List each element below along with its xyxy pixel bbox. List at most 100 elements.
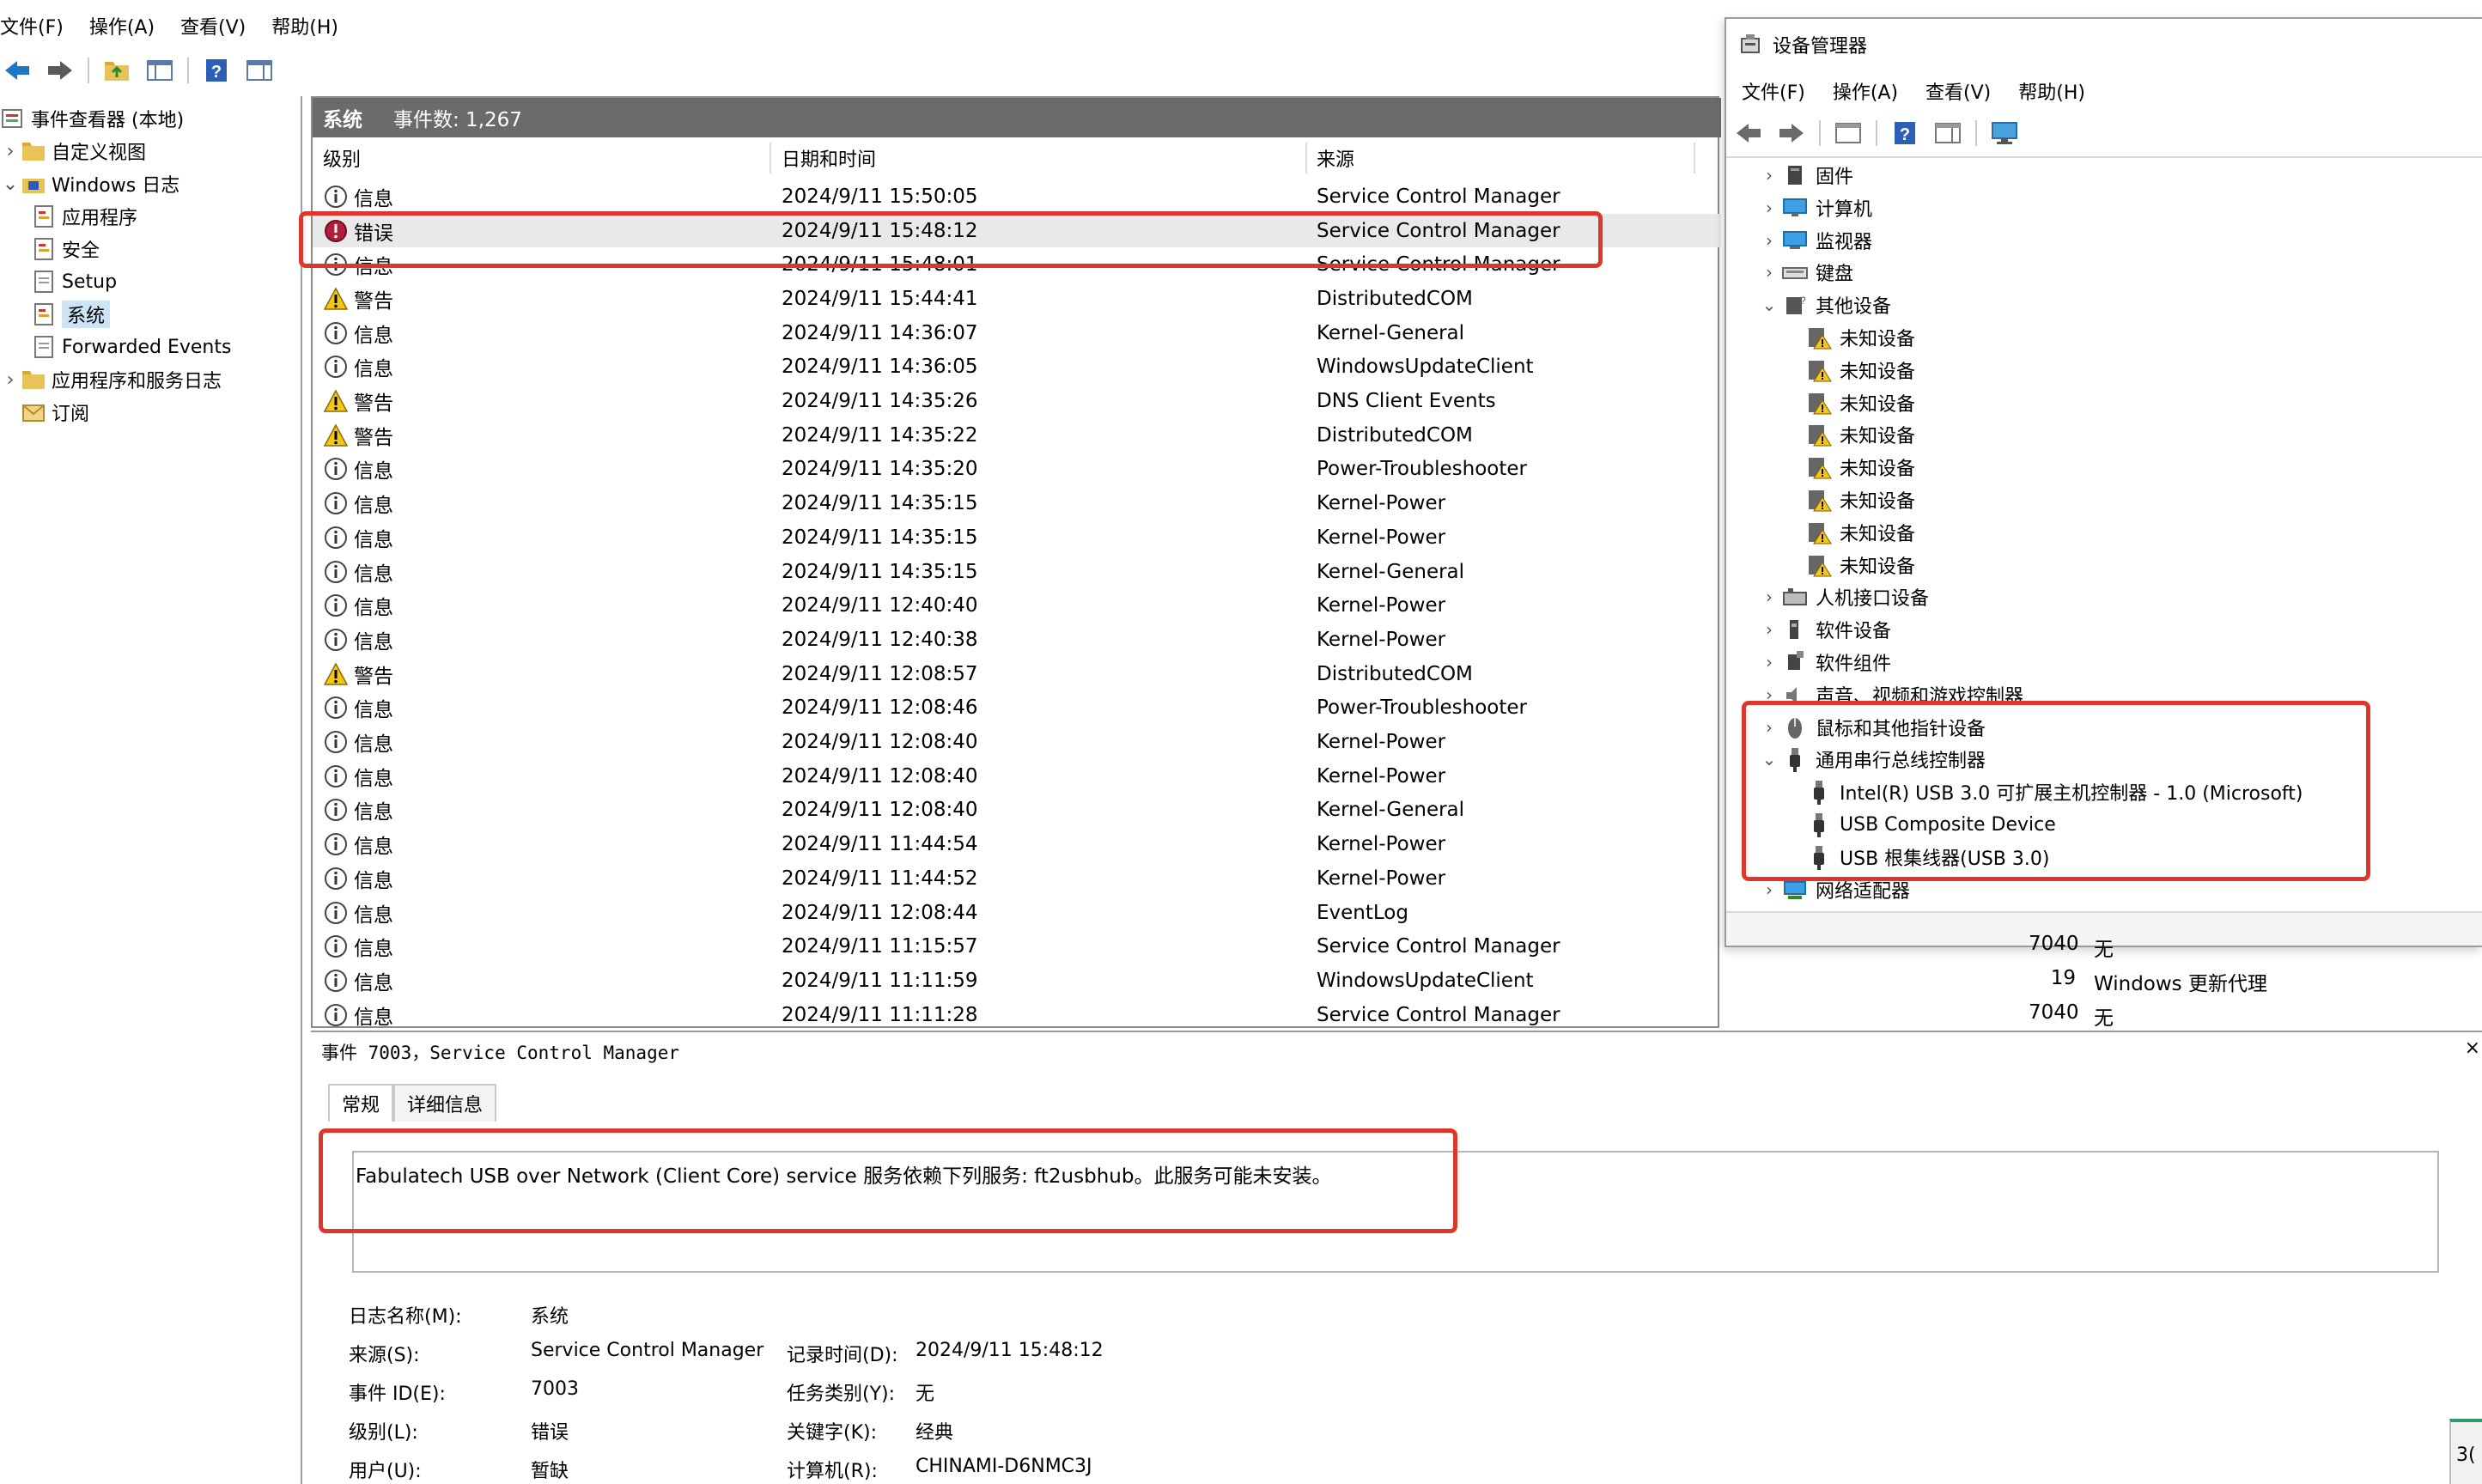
chevron-right-icon[interactable]: › (1757, 619, 1781, 640)
close-icon[interactable]: × (2465, 1037, 2480, 1059)
event-row[interactable]: 信息 2024/9/11 12:08:40 Kernel-Power (313, 725, 1721, 759)
device-category[interactable]: ⌄? 其他设备 (1757, 289, 1891, 320)
forward-button[interactable] (45, 56, 76, 85)
chevron-right-icon[interactable]: › (1757, 587, 1781, 607)
tree-item-app-service-logs[interactable]: › 应用程序和服务日志 (0, 364, 222, 395)
event-row[interactable]: 信息 2024/9/11 14:36:07 Kernel-General (313, 316, 1721, 350)
dm-back-button[interactable] (1733, 119, 1764, 148)
event-row[interactable]: 信息 2024/9/11 12:40:38 Kernel-Power (313, 623, 1721, 657)
chevron-right-icon[interactable]: › (1757, 165, 1781, 186)
event-row[interactable]: 信息 2024/9/11 14:35:20 Power-Troubleshooter (313, 453, 1721, 487)
device-item[interactable]: 未知设备 (1805, 387, 1915, 418)
event-row[interactable]: 信息 2024/9/11 12:08:40 Kernel-Power (313, 759, 1721, 794)
event-row[interactable]: 信息 2024/9/11 11:15:57 Service Control Mana… (313, 929, 1721, 964)
column-divider[interactable] (770, 143, 771, 173)
dm-forward-button[interactable] (1776, 119, 1807, 148)
device-category[interactable]: › 软件组件 (1757, 647, 1891, 678)
up-folder-button[interactable] (101, 56, 132, 85)
tree-item-setup[interactable]: Setup (31, 266, 117, 297)
column-header-source[interactable]: 来源 (1317, 141, 1354, 175)
tree-item-windows-logs[interactable]: ⌄ Windows 日志 (0, 168, 179, 199)
event-row[interactable]: 信息 2024/9/11 11:11:59 WindowsUpdateClient (313, 964, 1721, 998)
dm-properties-button[interactable] (1932, 119, 1963, 148)
help-button[interactable]: ? (201, 56, 232, 85)
subscriptions-icon (22, 404, 45, 422)
device-category[interactable]: › 软件设备 (1757, 614, 1891, 645)
event-row[interactable]: 信息 2024/9/11 11:44:54 Kernel-Power (313, 827, 1721, 861)
source-cell: Kernel-General (1317, 560, 1465, 583)
event-row[interactable]: 信息 2024/9/11 14:35:15 Kernel-General (313, 555, 1721, 589)
event-row[interactable]: 信息 2024/9/11 15:50:05 Service Control Mana… (313, 179, 1721, 214)
menu-view[interactable]: 查看(V) (180, 12, 258, 40)
column-header-level[interactable]: 级别 (323, 141, 361, 175)
chevron-right-icon[interactable]: › (0, 141, 21, 162)
info-icon (323, 525, 354, 550)
menu-file[interactable]: 文件(F) (0, 12, 76, 40)
event-row[interactable]: 信息 2024/9/11 11:11:28 Service Control Mana… (313, 998, 1721, 1032)
tree-item-subscriptions[interactable]: 订阅 (21, 397, 89, 428)
device-category[interactable]: › 人机接口设备 (1757, 581, 1929, 612)
event-row[interactable]: 信息 2024/9/11 12:08:46 Power-Troubleshooter (313, 691, 1721, 726)
event-row[interactable]: 警告 2024/9/11 12:08:57 DistributedCOM (313, 657, 1721, 691)
dm-scan-hardware-button[interactable] (1989, 119, 2020, 148)
chevron-down-icon[interactable]: ⌄ (0, 173, 21, 195)
menu-action[interactable]: 操作(A) (89, 12, 167, 40)
tree-item-application[interactable]: 应用程序 (31, 201, 137, 232)
chevron-down-icon[interactable]: ⌄ (1757, 295, 1781, 315)
chevron-right-icon[interactable]: › (0, 369, 21, 391)
menu-help[interactable]: 帮助(H) (271, 12, 350, 40)
device-item[interactable]: 未知设备 (1805, 484, 1915, 515)
dm-menu-help[interactable]: 帮助(H) (2018, 77, 2085, 105)
tree-item-system[interactable]: 系统 (31, 299, 111, 330)
device-category[interactable]: › 计算机 (1757, 192, 1872, 223)
event-count: 事件数: 1,267 (393, 109, 522, 131)
dm-menu-action[interactable]: 操作(A) (1833, 77, 1898, 105)
event-row[interactable]: 警告 2024/9/11 14:35:22 DistributedCOM (313, 418, 1721, 453)
chevron-right-icon[interactable]: › (1757, 879, 1781, 900)
dm-menu-view[interactable]: 查看(V) (1925, 77, 1991, 105)
dm-console-tree-button[interactable] (1833, 119, 1864, 148)
chevron-right-icon[interactable]: › (1757, 652, 1781, 672)
back-button[interactable] (2, 56, 33, 85)
dm-help-button[interactable]: ? (1889, 119, 1920, 148)
device-manager-titlebar[interactable]: 设备管理器 (1738, 27, 1867, 62)
event-row[interactable]: 信息 2024/9/11 14:36:05 WindowsUpdateClient (313, 350, 1721, 385)
tree-item-custom-views[interactable]: › 自定义视图 (0, 136, 146, 167)
device-item[interactable]: 未知设备 (1805, 452, 1915, 483)
event-row[interactable]: 信息 2024/9/11 12:08:40 Kernel-General (313, 794, 1721, 828)
device-item[interactable]: 未知设备 (1805, 355, 1915, 386)
datetime-cell: 2024/9/11 12:08:40 (782, 764, 978, 788)
device-item[interactable]: 未知设备 (1805, 322, 1915, 353)
event-row[interactable]: 警告 2024/9/11 14:35:26 DNS Client Events (313, 384, 1721, 418)
tab-details[interactable]: 详细信息 (393, 1084, 497, 1122)
event-row[interactable]: 信息 2024/9/11 12:40:40 Kernel-Power (313, 588, 1721, 623)
show-action-pane-button[interactable] (244, 56, 275, 85)
device-item[interactable]: 未知设备 (1805, 419, 1915, 450)
label-user: 用户(U): (349, 1461, 422, 1482)
event-row[interactable]: 信息 2024/9/11 12:08:44 EventLog (313, 896, 1721, 930)
device-category[interactable]: › 监视器 (1757, 225, 1872, 256)
event-row[interactable]: 信息 2024/9/11 14:35:15 Kernel-Power (313, 520, 1721, 555)
chevron-right-icon[interactable]: › (1757, 198, 1781, 218)
tree-item-security[interactable]: 安全 (31, 234, 100, 265)
tree-root-event-viewer[interactable]: 事件查看器 (本地) (0, 103, 184, 134)
show-hide-tree-button[interactable] (144, 56, 175, 85)
tree-item-forwarded-events[interactable]: Forwarded Events (31, 331, 231, 362)
task-category-cell: Windows 更新代理 (2094, 973, 2267, 996)
event-row[interactable]: 信息 2024/9/11 14:35:15 Kernel-Power (313, 486, 1721, 520)
level-text: 信息 (354, 324, 393, 347)
tab-general[interactable]: 常规 (328, 1084, 394, 1122)
event-row[interactable]: 信息 2024/9/11 11:44:52 Kernel-Power (313, 861, 1721, 896)
event-row[interactable]: 警告 2024/9/11 15:44:41 DistributedCOM (313, 282, 1721, 316)
task-category-cell: 无 (2094, 939, 2114, 962)
device-item[interactable]: 未知设备 (1805, 517, 1915, 548)
column-header-datetime[interactable]: 日期和时间 (782, 141, 876, 175)
device-item[interactable]: 未知设备 (1805, 550, 1915, 581)
chevron-right-icon[interactable]: › (1757, 230, 1781, 251)
column-divider[interactable] (1305, 143, 1307, 173)
column-divider[interactable] (1694, 143, 1695, 173)
dm-menu-file[interactable]: 文件(F) (1742, 77, 1805, 105)
device-category[interactable]: › 键盘 (1757, 257, 1853, 288)
device-category[interactable]: › 固件 (1757, 160, 1853, 191)
chevron-right-icon[interactable]: › (1757, 262, 1781, 283)
